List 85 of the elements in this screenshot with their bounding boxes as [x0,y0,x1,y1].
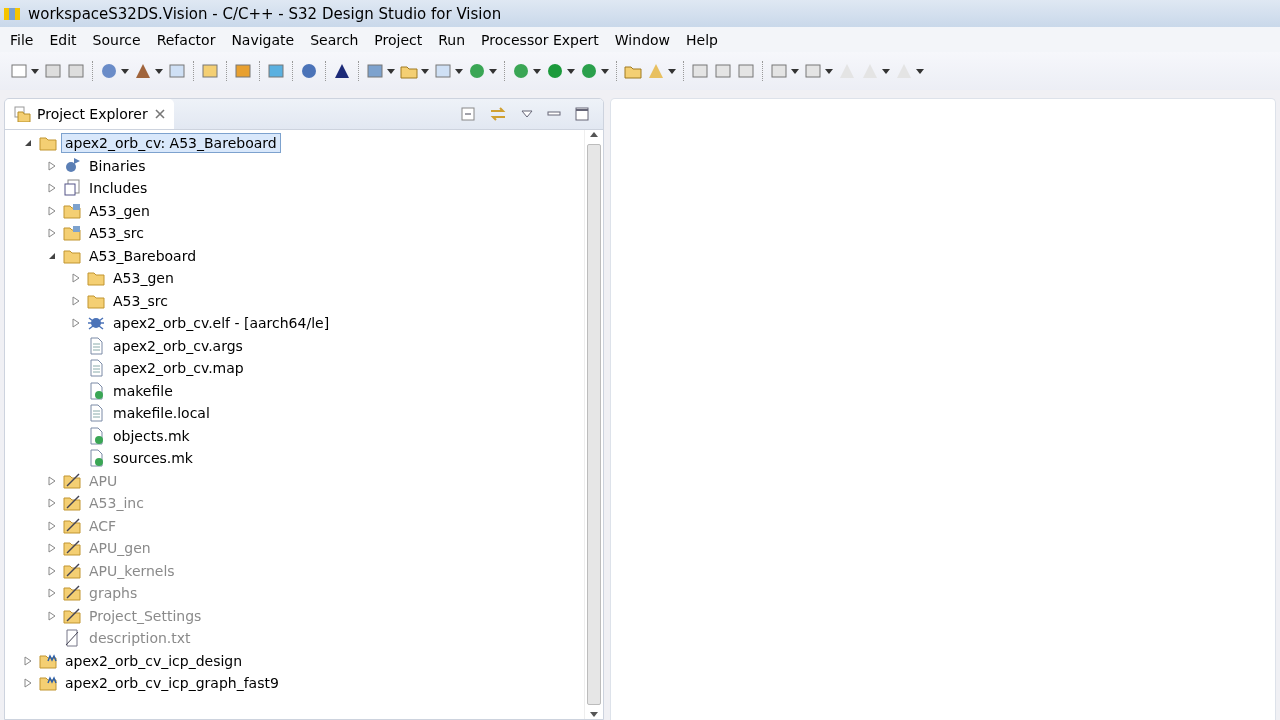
expand-arrow-icon[interactable] [71,273,81,284]
expand-arrow-icon[interactable] [47,498,57,509]
expand-arrow-icon[interactable] [47,610,57,621]
collapse-all-icon[interactable] [461,107,475,121]
tree-item[interactable]: apex2_orb_cv: A53_Bareboard [61,133,281,154]
expand-arrow-icon[interactable] [47,565,57,576]
view-menu-icon[interactable] [521,110,533,118]
tree-item[interactable]: A53_Bareboard [85,245,201,266]
link-arrows-icon[interactable] [489,106,507,122]
tree-item[interactable]: A53_gen [85,200,154,221]
expand-arrow-icon[interactable] [47,228,57,239]
source-folder-icon [63,224,81,243]
includes-icon [63,179,81,198]
tree-item[interactable]: apex2_orb_cv_icp_design [61,650,247,671]
project-folder-icon [39,674,57,693]
tree-item[interactable]: A53_inc [85,493,148,514]
app-logo-icon [4,7,20,20]
menu-item[interactable]: Window [606,31,679,48]
menu-item[interactable]: Help [678,31,726,48]
menu-item[interactable]: File [2,31,42,48]
folder-icon [87,269,105,288]
file-icon [87,336,105,355]
maximize-icon[interactable] [575,107,589,121]
expand-arrow-icon[interactable] [47,520,57,531]
tree-item[interactable]: sources.mk [109,448,197,469]
menu-item[interactable]: Refactor [148,31,224,48]
tree-item[interactable]: graphs [85,583,142,604]
excluded-folder-icon [63,516,81,535]
expand-arrow-icon[interactable] [71,318,81,329]
tree-item[interactable]: Includes [85,178,152,199]
tree-item[interactable]: apex2_orb_cv.map [109,358,248,379]
binaries-icon [63,156,81,175]
excluded-folder-icon [63,494,81,513]
file-icon [87,359,105,378]
folders-icon [13,106,31,122]
menu-item[interactable]: Edit [41,31,85,48]
text-file-icon [63,629,81,648]
tab-label: Project Explorer [37,106,148,122]
expand-arrow-icon[interactable] [71,295,81,306]
makefile-icon [87,381,105,400]
expand-arrow-icon[interactable] [23,655,33,666]
tree-item[interactable]: APU_gen [85,538,155,559]
close-icon[interactable] [153,108,166,120]
tree-item[interactable]: description.txt [85,628,195,649]
tree-item[interactable]: A53_gen [109,268,178,289]
menu-item[interactable]: Navigate [223,31,303,48]
excluded-folder-icon [63,561,81,580]
scroll-down-icon[interactable] [589,711,599,719]
expand-arrow-icon[interactable] [47,183,57,194]
tree-item[interactable]: apex2_orb_cv.elf - [aarch64/le] [109,313,334,334]
tree-item[interactable]: Project_Settings [85,605,206,626]
tree-item[interactable]: objects.mk [109,425,194,446]
excluded-folder-icon [63,606,81,625]
collapse-arrow-icon[interactable] [23,138,33,149]
tree-item[interactable]: apex2_orb_cv_icp_graph_fast9 [61,673,283,694]
scrollbar-thumb[interactable] [587,144,601,705]
window-title: workspaceS32DS.Vision - C/C++ - S32 Design Studio for Vision [28,4,502,23]
project-folder-icon [39,134,57,153]
makefile-icon [87,426,105,445]
tree-item[interactable]: makefile.local [109,403,214,424]
view-tab[interactable]: Project Explorer [5,99,174,129]
excluded-folder-icon [63,539,81,558]
excluded-folder-icon [63,471,81,490]
expand-arrow-icon[interactable] [47,588,57,599]
file-icon [87,404,105,423]
tree-item[interactable]: A53_src [85,223,148,244]
menu-item[interactable]: Search [302,31,367,48]
tree-item[interactable]: apex2_orb_cv.args [109,335,247,356]
tree-item[interactable]: A53_src [109,290,172,311]
menu-item[interactable]: Source [84,31,149,48]
expand-arrow-icon[interactable] [23,678,33,689]
makefile-icon [87,449,105,468]
menu-item[interactable]: Project [366,31,431,48]
tree-item[interactable]: makefile [109,380,177,401]
source-folder-icon [63,201,81,220]
expand-arrow-icon[interactable] [47,160,57,171]
triangle-icon[interactable] [333,62,351,80]
excluded-folder-icon [63,584,81,603]
menu-item[interactable]: Run [430,31,474,48]
expand-arrow-icon[interactable] [47,475,57,486]
tree-item[interactable]: Binaries [85,155,150,176]
minimize-icon[interactable] [547,111,561,117]
menu-item[interactable]: Processor Expert [473,31,607,48]
expand-arrow-icon[interactable] [47,205,57,216]
expand-arrow-icon[interactable] [47,543,57,554]
